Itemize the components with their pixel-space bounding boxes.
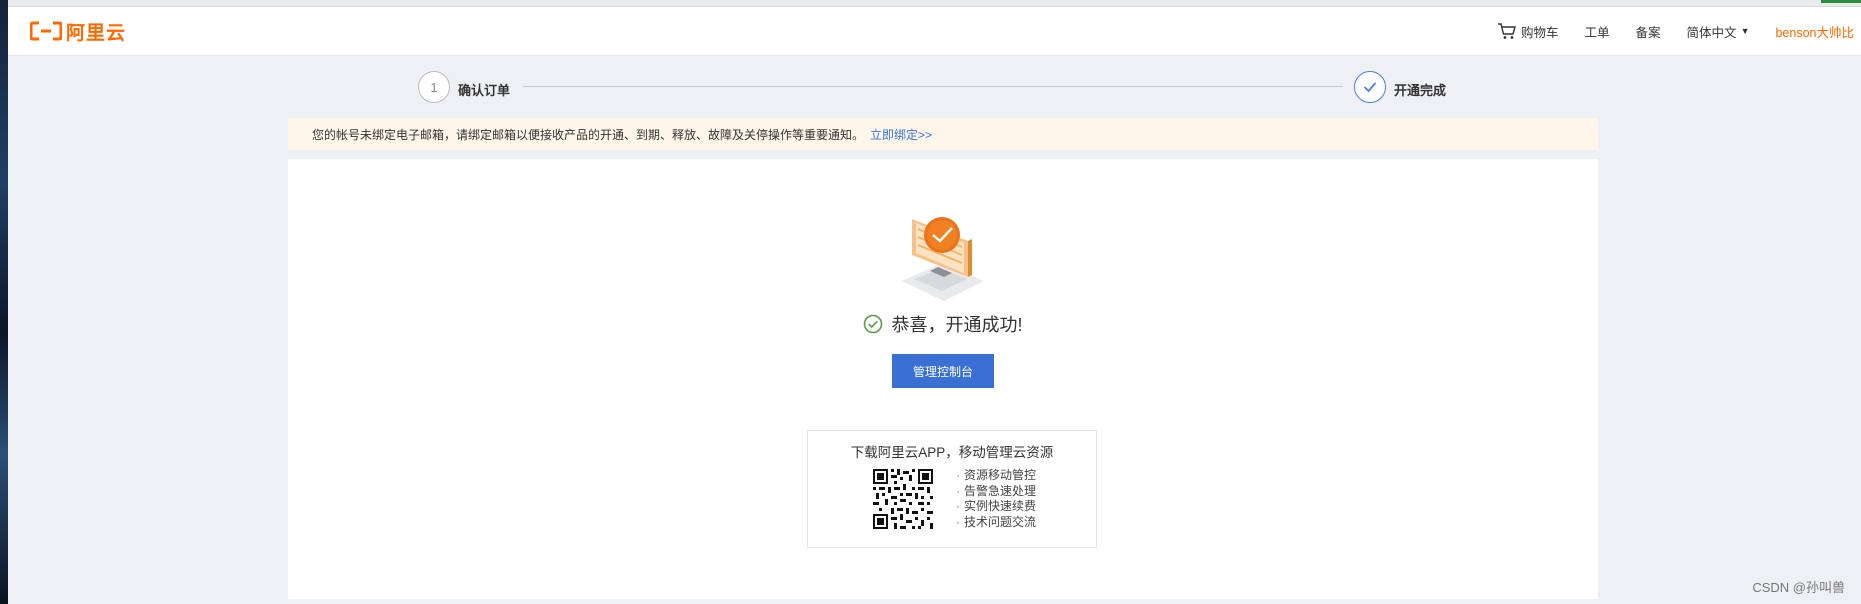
app-promo-title: 下载阿里云APP，移动管理云资源 — [850, 445, 1054, 460]
success-text: 恭喜，开通成功! — [891, 315, 1023, 335]
page: 阿里云 购物车 工单 备案 简体中文 ▼ benson大帅比 1 确认订单 开通… — [8, 0, 1861, 604]
bind-now-link[interactable]: 立即绑定>> — [870, 126, 932, 143]
step-2-label: 开通完成 — [1394, 83, 1447, 98]
logo-text: 阿里云 — [66, 22, 127, 44]
language-selector[interactable]: 简体中文 ▼ — [1687, 22, 1750, 41]
step-1-number: 1 — [430, 79, 438, 95]
success-message: 恭喜，开通成功! — [288, 311, 1598, 337]
step-1-label: 确认订单 — [458, 83, 511, 98]
list-item: 实例快速续费 — [956, 499, 1036, 515]
app-feature-list: 资源移动管控 告警急速处理 实例快速续费 技术问题交流 — [956, 468, 1036, 530]
user-account[interactable]: benson大帅比 — [1775, 22, 1854, 41]
nav-filing-label: 备案 — [1635, 25, 1661, 40]
cart-icon — [1498, 23, 1516, 39]
email-binding-notice: 您的帐号未绑定电子邮箱，请绑定邮箱以便接收产品的开通、到期、释放、故障及关停操作… — [288, 118, 1598, 150]
nav-cart-label: 购物车 — [1521, 25, 1559, 40]
step-connector — [523, 86, 1343, 87]
checkmark-icon — [1363, 82, 1377, 93]
step-2-circle — [1354, 71, 1386, 103]
app-download-box: 下载阿里云APP，移动管理云资源 · 资源移动管控 · 告警急速处理 · 实例快… — [807, 430, 1097, 548]
nav-filing[interactable]: 备案 — [1636, 22, 1661, 41]
result-card: 恭喜，开通成功! 管理控制台 下载阿里云APP，移动管理云资源 · 资源移动管控… — [288, 159, 1598, 599]
aliyun-logo-icon — [30, 21, 62, 41]
desktop-edge — [0, 0, 8, 604]
step-1-circle: 1 — [418, 71, 450, 103]
monitor-success-illustration — [902, 217, 984, 301]
notice-text: 您的帐号未绑定电子邮箱，请绑定邮箱以便接收产品的开通、到期、释放、故障及关停操作… — [312, 127, 865, 142]
nav-ticket[interactable]: 工单 — [1585, 22, 1610, 41]
top-header: 阿里云 购物车 工单 备案 简体中文 ▼ benson大帅比 — [8, 7, 1861, 56]
aliyun-logo[interactable]: 阿里云 — [30, 19, 127, 44]
language-label: 简体中文 — [1686, 25, 1737, 40]
user-name: benson大帅比 — [1775, 25, 1854, 40]
list-item: 技术问题交流 — [956, 515, 1036, 531]
qr-code[interactable] — [872, 468, 934, 530]
csdn-watermark: CSDN @孙叫兽 — [1752, 580, 1845, 595]
caret-down-icon: ▼ — [1740, 26, 1750, 36]
list-item: 告警急速处理 — [956, 484, 1036, 500]
success-check-icon — [864, 314, 883, 334]
nav-ticket-label: 工单 — [1584, 25, 1610, 40]
header-nav: 购物车 工单 备案 简体中文 ▼ benson大帅比 — [1497, 7, 1861, 55]
management-console-button[interactable]: 管理控制台 — [892, 354, 994, 388]
browser-top-edge — [8, 0, 1861, 7]
progress-steps: 1 确认订单 开通完成 — [408, 71, 1448, 103]
nav-cart[interactable]: 购物车 — [1497, 22, 1559, 41]
list-item: 资源移动管控 — [956, 468, 1036, 484]
